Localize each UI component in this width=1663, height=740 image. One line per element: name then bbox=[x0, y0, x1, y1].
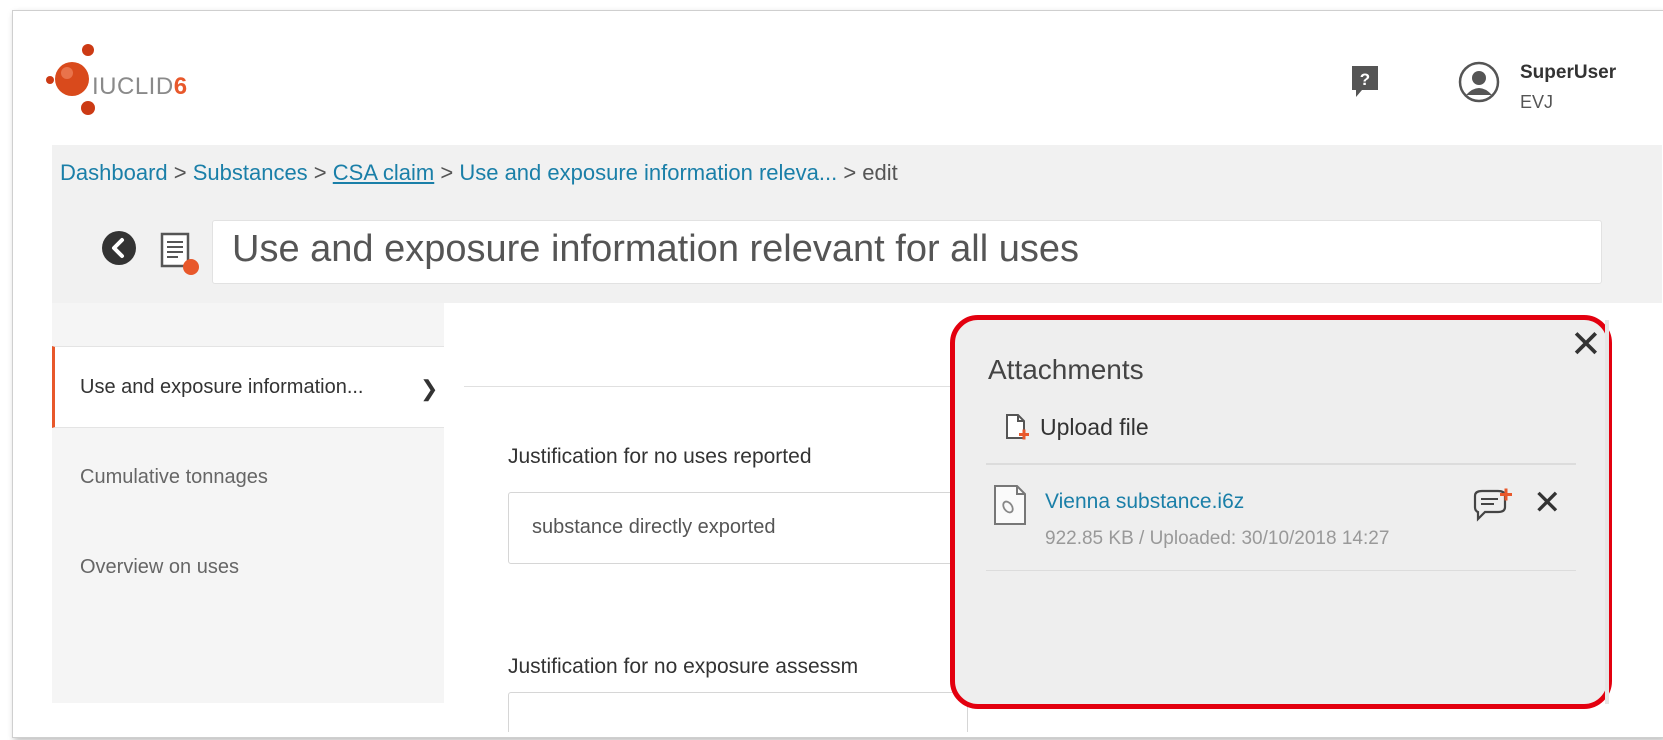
breadcrumb-current: edit bbox=[862, 160, 898, 185]
user-name[interactable]: SuperUser bbox=[1520, 62, 1616, 84]
justification-no-exposure-field[interactable] bbox=[508, 692, 968, 732]
breadcrumb: Dashboard > Substances > CSA claim > Use… bbox=[60, 160, 898, 185]
breadcrumb-section[interactable]: Use and exposure information releva... bbox=[459, 160, 837, 185]
attachment-file-meta: 922.85 KB / Uploaded: 30/10/2018 14:27 bbox=[1045, 528, 1390, 549]
logo-text: IUCLID6 bbox=[92, 73, 188, 100]
panel-edge bbox=[1605, 320, 1609, 704]
attachments-divider bbox=[986, 463, 1576, 465]
field-label-no-exposure: Justification for no exposure assessm bbox=[508, 655, 859, 678]
document-title: Use and exposure information relevant fo… bbox=[232, 228, 1080, 270]
attachments-divider-bottom bbox=[986, 570, 1576, 571]
upload-file-icon[interactable] bbox=[1004, 412, 1030, 444]
breadcrumb-csa-claim[interactable]: CSA claim bbox=[333, 160, 434, 185]
nav-item-use-and-exposure-label[interactable]: Use and exposure information... bbox=[80, 376, 364, 399]
justification-no-uses-value: substance directly exported bbox=[532, 516, 776, 538]
user-avatar-icon[interactable] bbox=[1458, 61, 1500, 103]
svg-text:?: ? bbox=[1360, 70, 1370, 89]
breadcrumb-substances[interactable]: Substances bbox=[193, 160, 308, 185]
attachment-file-icon bbox=[994, 485, 1026, 525]
field-label-no-uses: Justification for no uses reported bbox=[508, 445, 812, 468]
user-organization: EVJ bbox=[1520, 92, 1554, 112]
attachments-title: Attachments bbox=[988, 354, 1144, 385]
upload-file-button[interactable]: Upload file bbox=[1040, 414, 1149, 441]
chevron-right-icon: ❯ bbox=[420, 376, 439, 401]
close-attachments-icon[interactable]: ✕ bbox=[1570, 326, 1602, 364]
help-icon[interactable]: ? bbox=[1350, 64, 1380, 100]
back-icon[interactable] bbox=[101, 230, 137, 266]
breadcrumb-dashboard[interactable]: Dashboard bbox=[60, 160, 168, 185]
document-status-icon bbox=[160, 232, 199, 275]
nav-item-overview-on-uses[interactable]: Overview on uses bbox=[80, 556, 239, 579]
attachment-file-link[interactable]: Vienna substance.i6z bbox=[1045, 490, 1244, 514]
section-divider bbox=[464, 386, 964, 387]
remove-attachment-icon[interactable]: ✕ bbox=[1533, 486, 1562, 520]
nav-item-cumulative-tonnages[interactable]: Cumulative tonnages bbox=[80, 466, 268, 489]
add-comment-icon[interactable] bbox=[1470, 488, 1514, 524]
